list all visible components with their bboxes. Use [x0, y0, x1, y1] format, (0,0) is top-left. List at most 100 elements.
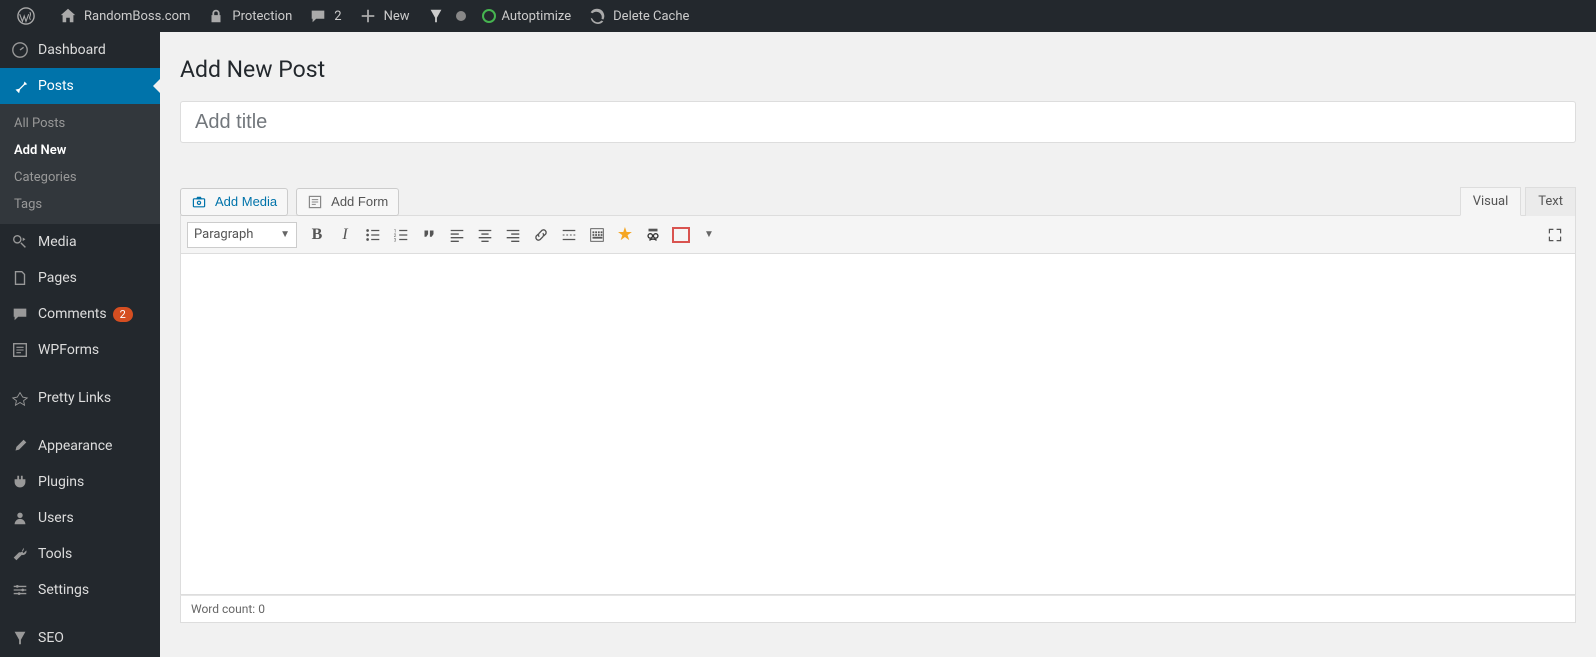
editor-status-bar: Word count: 0	[180, 595, 1576, 623]
sidebar-item-plugins[interactable]: Plugins	[0, 464, 160, 500]
more-tools-button[interactable]: ▼	[695, 221, 723, 249]
submenu-tags[interactable]: Tags	[0, 191, 160, 218]
tab-text[interactable]: Text	[1525, 187, 1576, 216]
sidebar-item-comments[interactable]: Comments 2	[0, 296, 160, 332]
bullet-list-button[interactable]	[359, 221, 387, 249]
submenu-all-posts[interactable]: All Posts	[0, 110, 160, 137]
post-title-input[interactable]	[180, 101, 1576, 143]
plugin-icon	[10, 472, 30, 492]
site-name-label: RandomBoss.com	[84, 9, 190, 24]
spy-button[interactable]	[639, 221, 667, 249]
sidebar-item-pretty-links[interactable]: Pretty Links	[0, 380, 160, 416]
sidebar-item-pages[interactable]: Pages	[0, 260, 160, 296]
editor-content-area[interactable]	[181, 254, 1575, 594]
bold-button[interactable]: B	[303, 221, 331, 249]
sidebar-label: Plugins	[38, 474, 84, 490]
tab-visual[interactable]: Visual	[1460, 187, 1522, 216]
yoast-link[interactable]	[418, 0, 474, 32]
editor-toolbar: Paragraph ▼ B I 123 ★ ▼	[181, 216, 1575, 254]
sidebar-item-wpforms[interactable]: WPForms	[0, 332, 160, 368]
align-center-button[interactable]	[471, 221, 499, 249]
protection-link[interactable]: Protection	[198, 0, 300, 32]
editor-panel: Paragraph ▼ B I 123 ★ ▼	[180, 215, 1576, 595]
comment-icon	[308, 6, 328, 26]
sidebar-item-seo[interactable]: SEO	[0, 620, 160, 656]
fullscreen-button[interactable]	[1541, 221, 1569, 249]
sidebar-label: Pretty Links	[38, 390, 111, 406]
page-title: Add New Post	[180, 56, 1576, 83]
sidebar-item-appearance[interactable]: Appearance	[0, 428, 160, 464]
media-icon	[10, 232, 30, 252]
toolbar-toggle-button[interactable]	[583, 221, 611, 249]
brush-icon	[10, 436, 30, 456]
format-dropdown[interactable]: Paragraph ▼	[187, 222, 297, 248]
protection-label: Protection	[232, 9, 292, 24]
add-form-label: Add Form	[331, 194, 388, 209]
posts-submenu: All Posts Add New Categories Tags	[0, 104, 160, 224]
cache-icon	[587, 6, 607, 26]
add-media-button[interactable]: Add Media	[180, 188, 288, 216]
sidebar-item-settings[interactable]: Settings	[0, 572, 160, 608]
sidebar-label: Media	[38, 234, 77, 250]
italic-button[interactable]: I	[331, 221, 359, 249]
chevron-down-icon: ▼	[280, 229, 290, 240]
sidebar-label: Tools	[38, 546, 72, 562]
numbered-list-button[interactable]: 123	[387, 221, 415, 249]
dashboard-icon	[10, 40, 30, 60]
home-icon	[58, 6, 78, 26]
wrench-icon	[10, 544, 30, 564]
read-more-button[interactable]	[555, 221, 583, 249]
sidebar-label: Users	[38, 510, 74, 526]
editor-mode-tabs: Visual Text	[1460, 187, 1576, 216]
new-label: New	[384, 9, 410, 24]
align-left-button[interactable]	[443, 221, 471, 249]
sidebar-item-media[interactable]: Media	[0, 224, 160, 260]
sidebar-item-posts[interactable]: Posts	[0, 68, 160, 104]
sidebar-item-users[interactable]: Users	[0, 500, 160, 536]
sidebar-label: WPForms	[38, 342, 99, 358]
yoast-icon	[426, 6, 446, 26]
sidebar-item-tools[interactable]: Tools	[0, 536, 160, 572]
comments-count: 2	[334, 9, 341, 24]
sidebar-label: SEO	[38, 630, 64, 646]
wp-logo[interactable]	[8, 0, 50, 32]
comments-link[interactable]: 2	[300, 0, 349, 32]
sidebar-label: Pages	[38, 270, 77, 286]
admin-top-bar: RandomBoss.com Protection 2 New Autoptim…	[0, 0, 1596, 32]
user-icon	[10, 508, 30, 528]
redbox-button[interactable]	[667, 221, 695, 249]
lock-icon	[206, 6, 226, 26]
page-icon	[10, 268, 30, 288]
delete-cache-link[interactable]: Delete Cache	[579, 0, 697, 32]
comment-icon	[10, 304, 30, 324]
wordpress-icon	[16, 6, 36, 26]
format-label: Paragraph	[194, 227, 253, 242]
word-count-label: Word count:	[191, 602, 255, 616]
editor-top-row: Add Media Add Form Visual Text	[180, 187, 1576, 216]
add-form-button[interactable]: Add Form	[296, 188, 399, 216]
site-name-link[interactable]: RandomBoss.com	[50, 0, 198, 32]
star-button[interactable]: ★	[611, 221, 639, 249]
quote-button[interactable]	[415, 221, 443, 249]
submenu-categories[interactable]: Categories	[0, 164, 160, 191]
autoptimize-link[interactable]: Autoptimize	[474, 0, 580, 32]
submenu-add-new[interactable]: Add New	[0, 137, 160, 164]
sidebar-item-dashboard[interactable]: Dashboard	[0, 32, 160, 68]
autoptimize-label: Autoptimize	[502, 9, 572, 24]
main-content: Add New Post Add Media Add Form Visual T…	[160, 32, 1596, 657]
new-link[interactable]: New	[350, 0, 418, 32]
yoast-icon	[10, 628, 30, 648]
align-right-button[interactable]	[499, 221, 527, 249]
sidebar-label: Settings	[38, 582, 89, 598]
admin-sidebar: Dashboard Posts All Posts Add New Catego…	[0, 32, 160, 657]
plus-icon	[358, 6, 378, 26]
status-dot-icon	[456, 11, 466, 21]
delete-cache-label: Delete Cache	[613, 9, 689, 24]
link-button[interactable]	[527, 221, 555, 249]
sidebar-label: Appearance	[38, 438, 112, 454]
circle-icon	[482, 9, 496, 23]
add-media-label: Add Media	[215, 194, 277, 209]
form-icon	[10, 340, 30, 360]
comments-badge: 2	[113, 307, 133, 322]
svg-text:3: 3	[394, 237, 397, 243]
